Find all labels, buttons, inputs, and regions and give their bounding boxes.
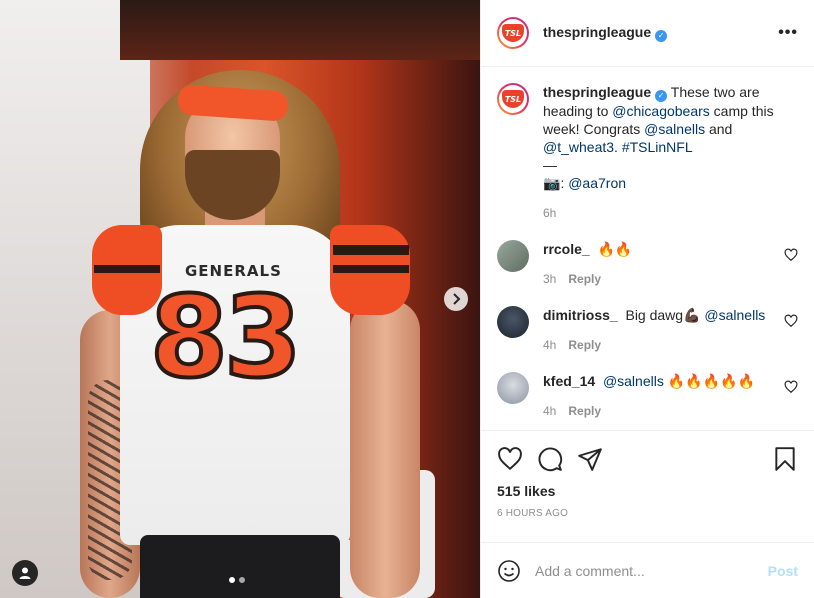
jersey-number: 83 xyxy=(148,273,304,403)
mention-link[interactable]: @salnells xyxy=(603,373,664,389)
add-comment-bar: Post xyxy=(481,542,814,598)
photo-ceiling xyxy=(120,0,480,60)
comment-text: 🔥🔥🔥🔥🔥 xyxy=(667,373,755,389)
action-icons xyxy=(497,439,798,479)
commenter-avatar[interactable] xyxy=(497,240,529,272)
player-right-arm xyxy=(350,300,420,598)
post-header: TSL thespringleague ✓ ••• xyxy=(481,0,814,67)
commenter-username[interactable]: kfed_14 xyxy=(543,373,595,389)
comment-time[interactable]: 4h xyxy=(543,338,556,352)
comments-list: TSL thespringleague ✓ These two are headi… xyxy=(481,67,814,430)
sleeve-stripe xyxy=(94,265,160,273)
post-timestamp[interactable]: 6 HOURS AGO xyxy=(497,508,798,519)
tsl-logo: TSL xyxy=(502,24,524,42)
comment-time[interactable]: 3h xyxy=(543,272,556,286)
carousel-indicator xyxy=(229,577,245,583)
likes-count[interactable]: 515 likes xyxy=(497,483,798,499)
tagged-users-button[interactable] xyxy=(12,560,38,586)
caption-time[interactable]: 6h xyxy=(543,206,793,220)
carousel-next-button[interactable] xyxy=(444,287,468,311)
commenter-avatar[interactable] xyxy=(497,372,529,404)
comment-text: Big dawg💪🏿 xyxy=(625,307,705,323)
carousel-dot xyxy=(239,577,245,583)
comment-bubble-icon[interactable] xyxy=(537,446,563,472)
comment-time[interactable]: 4h xyxy=(543,404,556,418)
caption-dash: — xyxy=(543,157,557,173)
verified-badge-icon: ✓ xyxy=(655,30,668,42)
post-side-panel: TSL thespringleague ✓ ••• TSL thespringle… xyxy=(480,0,814,598)
caption-text: thespringleague ✓ These two are heading t… xyxy=(543,84,774,191)
carousel-dot-active xyxy=(229,577,235,583)
caption-avatar[interactable]: TSL xyxy=(497,83,529,115)
player-shorts xyxy=(140,535,340,598)
tsl-logo: TSL xyxy=(502,90,524,108)
emoji-icon[interactable] xyxy=(497,559,521,583)
like-comment-icon[interactable] xyxy=(784,248,798,262)
comment-text: 🔥🔥 xyxy=(597,241,633,257)
sleeve-stripe xyxy=(333,245,409,255)
commenter-username[interactable]: rrcole_ xyxy=(543,241,590,257)
post-photo[interactable]: 25 GENERALS 83 xyxy=(0,0,480,598)
reply-button[interactable]: Reply xyxy=(568,338,601,352)
hashtag-link[interactable]: #TSLinNFL xyxy=(622,139,693,155)
mention-link[interactable]: @salnells xyxy=(644,121,705,137)
share-send-icon[interactable] xyxy=(577,446,603,472)
like-heart-icon[interactable] xyxy=(497,446,523,472)
comment-item: dimitrioss_ Big dawg💪🏿 @salnells 4h Reply xyxy=(497,306,798,352)
instagram-post-modal: 25 GENERALS 83 TSL xyxy=(0,0,814,598)
sleeve-stripe xyxy=(333,265,409,273)
comment-item: rrcole_ 🔥🔥 3h Reply xyxy=(497,240,798,286)
comment-input[interactable] xyxy=(535,562,768,579)
reply-button[interactable]: Reply xyxy=(568,404,601,418)
chevron-right-icon xyxy=(453,293,461,305)
user-icon xyxy=(19,567,31,579)
comment-item: kfed_14 @salnells 🔥🔥🔥🔥🔥 4h Reply xyxy=(497,372,798,418)
commenter-avatar[interactable] xyxy=(497,306,529,338)
account-avatar[interactable]: TSL xyxy=(497,17,529,49)
camera-icon: 📷 xyxy=(543,175,561,191)
like-comment-icon[interactable] xyxy=(784,380,798,394)
save-bookmark-icon[interactable] xyxy=(772,446,798,472)
post-comment-button[interactable]: Post xyxy=(768,563,798,579)
like-comment-icon[interactable] xyxy=(784,314,798,328)
mention-link[interactable]: @salnells xyxy=(704,307,765,323)
more-options-button[interactable]: ••• xyxy=(778,24,798,42)
caption-username[interactable]: thespringleague xyxy=(543,84,651,100)
mention-link[interactable]: @chicagobears xyxy=(612,103,710,119)
verified-badge-icon: ✓ xyxy=(655,90,668,102)
post-actions: 515 likes 6 HOURS AGO xyxy=(481,430,814,542)
account-username[interactable]: thespringleague ✓ xyxy=(543,24,668,42)
commenter-username[interactable]: dimitrioss_ xyxy=(543,307,618,323)
reply-button[interactable]: Reply xyxy=(568,272,601,286)
post-caption: TSL thespringleague ✓ These two are headi… xyxy=(497,83,798,220)
mention-link[interactable]: @aa7ron xyxy=(568,175,626,191)
mention-link[interactable]: @t_wheat3 xyxy=(543,139,614,155)
